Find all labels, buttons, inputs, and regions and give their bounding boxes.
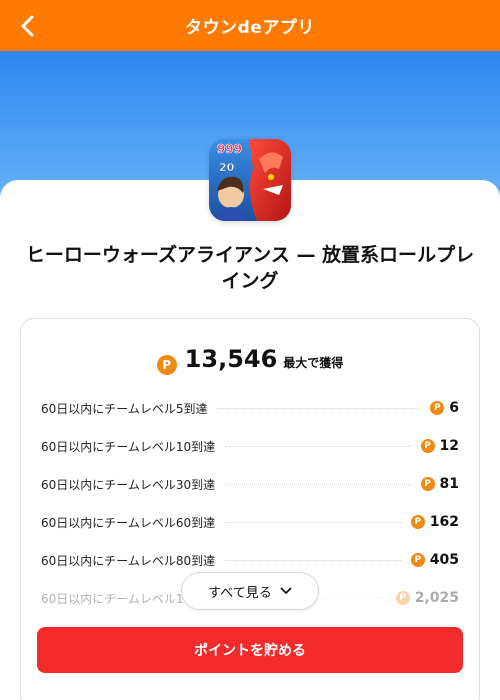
point-coin-icon: P	[420, 477, 435, 491]
earn-points-button[interactable]: ポイントを貯める	[37, 627, 463, 673]
reward-condition: 60日以内にチームレベル10到達	[41, 439, 216, 454]
reward-points: 405	[429, 552, 459, 568]
app-name: ヒーローウォーズアライアンス — 放置系ロールプレイング	[25, 244, 475, 292]
dotted-leader	[225, 483, 411, 485]
point-coin-icon: P	[430, 401, 445, 415]
dotted-leader	[225, 521, 401, 523]
header-bar: タウンdeアプリ	[0, 0, 500, 51]
total-points: P 13,546 最大で獲得	[21, 345, 479, 375]
point-coin-icon: P	[395, 591, 410, 605]
reward-points: 2,025	[414, 590, 459, 606]
reward-condition: 60日以内にチームレベル80到達	[41, 553, 216, 568]
chevron-down-icon	[280, 587, 292, 594]
back-button[interactable]	[14, 12, 42, 40]
point-coin-icon: P	[156, 355, 177, 375]
reward-condition: 60日以内にチームレベル60到達	[41, 515, 216, 530]
point-coin-icon: P	[410, 553, 425, 567]
page-title: タウンdeアプリ	[185, 18, 315, 38]
total-points-value: 13,546	[184, 345, 278, 373]
reward-row: 60日以内にチームレベル5到達 P6	[41, 389, 459, 427]
reward-row: 60日以内にチームレベル10到達 P 12	[41, 427, 459, 465]
see-all-button[interactable]: すべて見る	[181, 572, 319, 610]
earn-points-label: ポイントを貯める	[194, 643, 306, 659]
total-points-suffix: 最大で獲得	[283, 356, 344, 370]
point-coin-icon: P	[420, 439, 435, 453]
reward-points: 12	[439, 438, 459, 454]
reward-points: 6	[449, 400, 459, 416]
dotted-leader	[225, 445, 411, 447]
chevron-left-icon	[21, 15, 34, 37]
point-coin-icon: P	[410, 515, 425, 529]
reward-row: 60日以内にチームレベル30到達 P 81	[41, 465, 459, 503]
reward-condition: 60日以内にチームレベル5到達	[41, 401, 208, 416]
app-icon: 999 20	[209, 139, 291, 221]
reward-points: 162	[429, 514, 459, 530]
dotted-leader	[217, 407, 421, 409]
see-all-label: すべて見る	[208, 585, 272, 601]
svg-text:999: 999	[217, 142, 242, 156]
svg-text:20: 20	[219, 161, 235, 174]
reward-condition: 60日以内にチームレベル1	[41, 591, 184, 606]
reward-points: 81	[439, 476, 459, 492]
dotted-leader	[225, 559, 401, 561]
reward-row: 60日以内にチームレベル60到達 P 162	[41, 503, 459, 541]
reward-condition: 60日以内にチームレベル30到達	[41, 477, 216, 492]
